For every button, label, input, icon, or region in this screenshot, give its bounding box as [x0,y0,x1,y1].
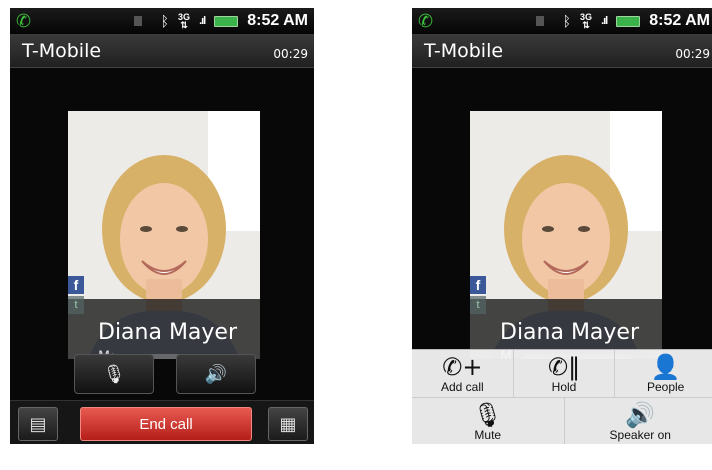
speaker-icon: 🔊 [204,363,228,385]
notification-icon [133,16,142,26]
people-label: People [646,380,685,394]
speaker-on-label: Speaker on [609,428,671,442]
contact-name: Diana Mayer [98,320,238,345]
contact-card-button[interactable]: ▤ [18,407,58,441]
notification-icon [535,16,544,26]
hold-label: Hold [551,380,577,394]
contact-name: Diana Mayer [500,320,640,345]
status-bar: ✆ ᛒ 3G ⇅ .ıl 8:52 AM [412,8,712,34]
status-clock: 8:52 AM [649,12,710,29]
contact-card-icon: ▤ [29,413,47,435]
contact-photo: f t Diana Mayer M: [470,111,662,359]
twitter-icon: t [470,296,486,314]
call-action-bar: ▤ End call ▦ [10,400,314,444]
speaker-button[interactable]: 🔊 [176,354,256,394]
signal-icon: .ıl [199,15,206,27]
microphone-muted-icon: 🎙 [102,363,126,385]
mute-menu-button[interactable]: 🎙 Mute [412,398,565,444]
add-call-label: Add call [440,380,484,394]
call-header: T-Mobile 00:29 [10,34,314,68]
mute-button[interactable]: 🎙 [74,354,154,394]
hold-icon: ✆‖ [547,353,581,381]
battery-icon [214,15,239,27]
carrier-name: T-Mobile [22,40,102,62]
dialpad-button[interactable]: ▦ [268,407,308,441]
contact-photo: f t Diana Mayer M: [68,111,260,359]
3g-icon: 3G ⇅ [178,12,191,30]
status-bar: ✆ ᛒ 3G ⇅ .ıl 8:52 AM [10,8,314,34]
twitter-icon: t [68,296,84,314]
signal-icon: .ıl [601,15,608,27]
speaker-icon: 🔊 [625,401,656,429]
speaker-on-button[interactable]: 🔊 Speaker on [565,398,712,444]
call-icon: ✆ [16,11,32,32]
facebook-icon: f [470,276,486,294]
call-icon: ✆ [418,11,434,32]
status-clock: 8:52 AM [247,12,308,29]
call-header: T-Mobile 00:29 [412,34,712,68]
end-call-button[interactable]: End call [80,407,252,441]
battery-icon [616,15,641,27]
call-duration: 00:29 [675,47,710,61]
hold-button[interactable]: ✆‖ Hold [514,350,616,397]
call-duration: 00:29 [273,47,308,61]
people-button[interactable]: 👤 People [615,350,712,397]
facebook-icon: f [68,276,84,294]
bluetooth-icon: ᛒ [160,13,170,29]
in-call-menu: ✆+ Add call ✆‖ Hold 👤 People 🎙 Mute 🔊 Sp… [412,349,712,444]
add-call-button[interactable]: ✆+ Add call [412,350,514,397]
microphone-muted-icon: 🎙 [472,401,503,429]
in-call-screen-menu: ✆ ᛒ 3G ⇅ .ıl 8:52 AM T-Mobile 00:29 f t D… [412,8,712,444]
bluetooth-icon: ᛒ [562,13,572,29]
dialpad-icon: ▦ [279,413,297,435]
carrier-name: T-Mobile [424,40,504,62]
mute-label: Mute [474,428,502,442]
menu-row-bottom: 🎙 Mute 🔊 Speaker on [412,398,712,444]
menu-row-top: ✆+ Add call ✆‖ Hold 👤 People [412,350,712,398]
3g-icon: 3G ⇅ [580,12,593,30]
add-call-icon: ✆+ [442,353,483,381]
in-call-screen: ✆ ᛒ 3G ⇅ .ıl 8:52 AM T-Mobile 00:29 f t D… [10,8,314,444]
people-icon: 👤 [650,353,681,381]
